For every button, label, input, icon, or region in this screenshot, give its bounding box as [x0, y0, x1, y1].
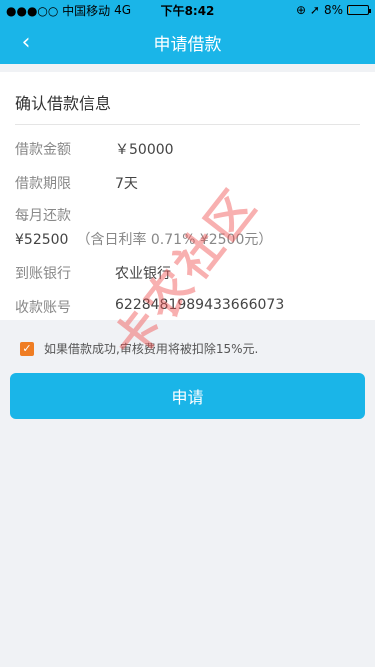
account-value: 6228481989433666073 [115, 297, 285, 313]
monthly-note: （含日利率 0.71% ¥2500元） [76, 232, 273, 248]
back-button[interactable]: ‹ [8, 20, 44, 64]
amount-label: 借款金额 [15, 142, 71, 158]
status-right: ⊕ ➚ 8% [296, 3, 371, 17]
account-label: 收款账号 [15, 300, 71, 316]
agreement-row: ✓ 如果借款成功,审核费用将被扣除15%元. [20, 340, 375, 357]
battery-percent: 8% [323, 3, 343, 17]
monthly-line: ¥52500 （含日利率 0.71% ¥2500元） [15, 229, 360, 249]
account-row: 收款账号 6228481989433666073 [15, 297, 360, 317]
page-title: 申请借款 [153, 34, 222, 55]
nav-bar: ‹ 申请借款 [0, 20, 375, 64]
agreement-checkbox[interactable]: ✓ [20, 341, 34, 356]
chevron-left-icon: ‹ [21, 29, 31, 55]
battery-fill [349, 7, 350, 13]
agreement-text: 如果借款成功,审核费用将被扣除15%元. [44, 342, 259, 356]
term-row: 借款期限 7天 [15, 173, 360, 193]
amount-value: ￥50000 [115, 142, 174, 158]
term-label: 借款期限 [15, 176, 71, 192]
loan-info-card: 确认借款信息 借款金额 ￥50000 借款期限 7天 每月还款 ¥52500 （含… [0, 72, 375, 320]
bank-row: 到账银行 农业银行 [15, 263, 360, 283]
monthly-value: ¥52500 [15, 232, 69, 248]
battery-icon [347, 5, 371, 15]
bank-label: 到账银行 [15, 266, 71, 282]
term-value: 7天 [115, 176, 138, 192]
location-icon: ⊕ ➚ [296, 3, 320, 17]
status-bar: ●●●○○ 中国移动 4G 下午8:42 ⊕ ➚ 8% [0, 0, 375, 20]
amount-row: 借款金额 ￥50000 [15, 139, 360, 159]
monthly-label: 每月还款 [15, 208, 71, 224]
bank-value: 农业银行 [115, 266, 171, 282]
apply-button[interactable]: 申请 [10, 373, 365, 419]
card-title: 确认借款信息 [15, 72, 360, 125]
